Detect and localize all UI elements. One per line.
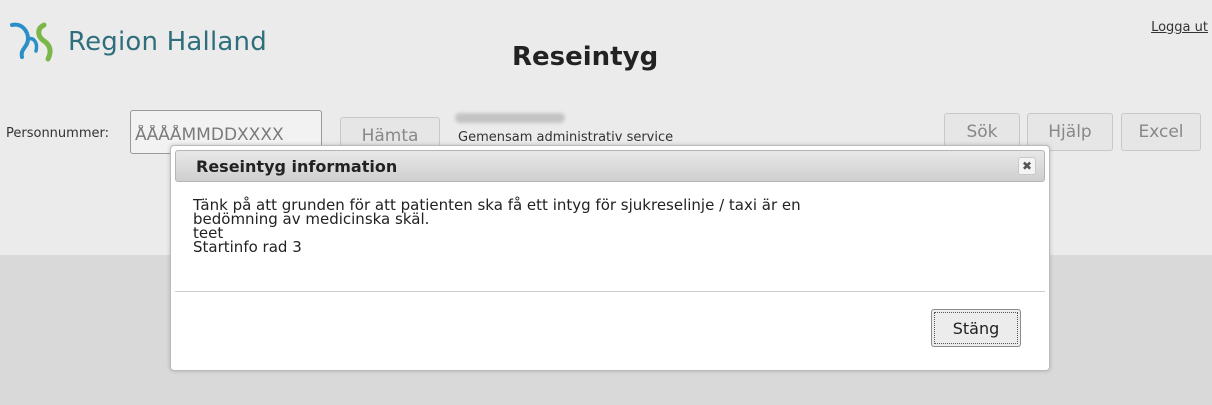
dialog-line: teet — [193, 224, 224, 242]
info-dialog: Reseintyg information ✖ Tänk på att grun… — [170, 145, 1050, 371]
dialog-title: Reseintyg information — [196, 157, 398, 176]
personnummer-label: Personnummer: — [6, 126, 109, 141]
dialog-line: bedömning av medicinska skäl. — [193, 210, 430, 228]
logo-icon — [10, 22, 53, 62]
dialog-titlebar[interactable]: Reseintyg information ✖ — [175, 150, 1045, 182]
page-title: Reseintyg — [512, 42, 659, 72]
dialog-line: Startinfo rad 3 — [193, 238, 302, 256]
region-halland-logo: Region Halland — [8, 20, 267, 64]
excel-button[interactable]: Excel — [1121, 113, 1201, 151]
logout-link[interactable]: Logga ut — [1151, 20, 1208, 35]
redacted-text — [455, 113, 565, 123]
close-icon[interactable]: ✖ — [1018, 157, 1036, 175]
dialog-divider — [175, 291, 1045, 292]
dialog-message: Tänk på att grunden för att patienten sk… — [193, 198, 1023, 256]
logo-text: Region Halland — [68, 27, 267, 57]
organization-text: Gemensam administrativ service — [458, 130, 674, 145]
stang-button[interactable]: Stäng — [931, 309, 1021, 347]
